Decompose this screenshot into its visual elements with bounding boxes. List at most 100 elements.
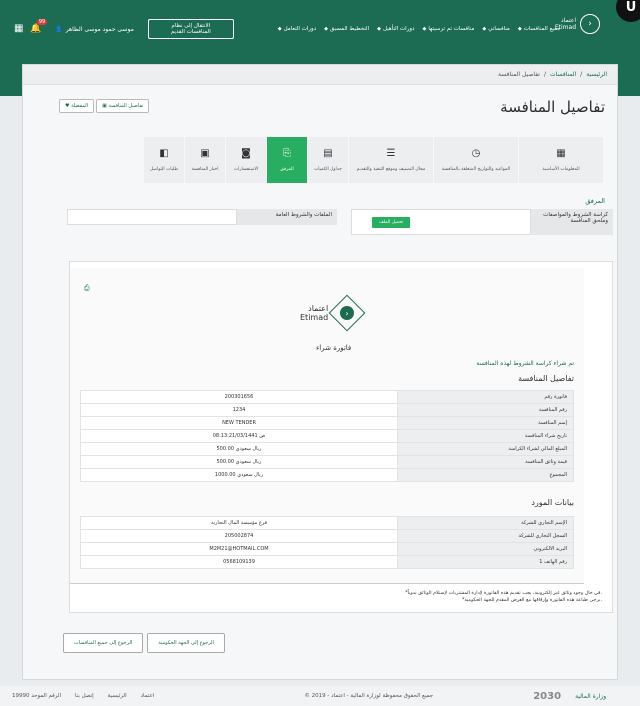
apps-grid-icon[interactable]: ▦	[14, 24, 24, 34]
chat-icon: ◧	[159, 148, 169, 159]
table-icon: ▤	[323, 148, 333, 159]
u-badge-icon: U	[616, 0, 640, 22]
table-row: 500.00 ريال سعودي المبلغ المالي لشراء الك…	[80, 442, 574, 456]
table-row: فرع مؤسسة المال التجارية الإسم التجاري لل…	[80, 516, 574, 530]
row-value: 08:13:21/03/1441 ص	[80, 429, 398, 443]
general-label: الملفات والشروط العامة	[237, 209, 337, 225]
main-nav: دورات التعامل التخطيط المسبق دورات التأه…	[278, 26, 561, 32]
table-row: M2M21@HOTMAIL.COM البريد الالكتروني	[80, 542, 574, 556]
mof-logo: وزارة المالية	[575, 692, 607, 700]
tab-dates[interactable]: ◷ المواعيد والتواريخ المتعلقة بالمنافسة	[434, 137, 518, 183]
table-row: 1000.00 ريال سعودي المجموع	[80, 468, 574, 482]
attachments-section: المرفق تحميل الملف كراسة الشروط والمواصف…	[67, 193, 613, 253]
row-label: تاريخ شراء المنافسة	[397, 429, 574, 443]
invoice-logo: اعتماد Etimad ›	[300, 294, 366, 332]
tender-details-label: تفاصيل المنافسة	[108, 103, 144, 109]
favorite-button[interactable]: ♥ المفضلة	[59, 99, 95, 113]
row-label: فاتورة رقم	[397, 390, 574, 404]
table-row: 205002874 السجل التجاري للشركة	[80, 529, 574, 543]
tab-label: المعلومات الأساسية	[542, 167, 580, 172]
breadcrumb-sep: /	[580, 71, 583, 78]
table-row: 08:13:21/03/1441 ص تاريخ شراء المنافسة	[80, 429, 574, 443]
row-value: 1000.00 ريال سعودي	[80, 468, 398, 482]
paperclip-icon: ⎘	[283, 148, 291, 159]
footer-home[interactable]: الرئيسية	[108, 693, 127, 699]
nav-item-my-tenders[interactable]: منافساتي	[482, 26, 510, 32]
tab-inquiries[interactable]: ◙ الاستفسارات	[226, 137, 266, 183]
invoice-logo-en: Etimad	[300, 313, 329, 322]
terms-file-cell: تحميل الملف	[351, 209, 531, 235]
download-button[interactable]: تحميل الملف	[372, 216, 411, 228]
tab-news[interactable]: ▣ اخبار المنافسة	[185, 137, 225, 183]
back-to-agency-button[interactable]: الرجوع إلى الجهة الحكومية	[147, 633, 225, 653]
footer-links: الرقم الموحد 19990 إتصل بنا الرئيسية اعت…	[12, 693, 154, 699]
tender-details-button[interactable]: ▣ تفاصيل المنافسة	[96, 99, 150, 113]
notifications-bell-icon[interactable]: 🔔 99	[30, 19, 48, 34]
attachments-heading: المرفق	[585, 197, 605, 205]
row-value: 500.00 ريال سعودي	[80, 455, 398, 469]
nav-item-planning[interactable]: التخطيط المسبق	[324, 26, 369, 32]
breadcrumb-home[interactable]: الرئيسية	[586, 71, 607, 78]
row-label: البريد الالكتروني	[397, 542, 574, 556]
terms-label: كراسة الشروط والمواصفات وملحق المنافسة	[531, 209, 613, 235]
vision-2030-logo: 2030	[533, 690, 562, 702]
breadcrumb-tenders[interactable]: المنافسات	[550, 71, 576, 78]
row-value: فرع مؤسسة المال التجارية	[80, 516, 398, 530]
row-label: رقم الهاتف 1	[397, 555, 574, 569]
row-label: قيمة وثائق المنافسة	[397, 455, 574, 469]
invoice-title: فاتورة شراء	[316, 344, 352, 352]
row-value: 205002874	[80, 529, 398, 543]
nav-item-dealing[interactable]: دورات التعامل	[278, 26, 317, 32]
main-card: تفاصيل المنافسة / المنافسات / الرئيسية ت…	[22, 64, 618, 680]
invoice-panel: ⎙ اعتماد Etimad › فاتورة شراء تم شراء كرا…	[69, 261, 613, 613]
row-value: 200301656	[80, 390, 398, 404]
title-toolbar: ♥ المفضلة ▣ تفاصيل المنافسة	[59, 99, 150, 113]
tender-tabs: ▦ المعلومات الأساسية ◷ المواعيد والتواريخ …	[144, 137, 603, 183]
table-row: 200301656 فاتورة رقم	[80, 390, 574, 404]
breadcrumb-current: تفاصيل المنافسة	[498, 71, 540, 78]
row-label: رقم المنافسة	[397, 403, 574, 417]
tab-basic-info[interactable]: ▦ المعلومات الأساسية	[519, 137, 603, 183]
footer-contact[interactable]: إتصل بنا	[75, 693, 94, 699]
invoice-logo-ar: اعتماد	[308, 304, 329, 313]
top-header: ▦ 🔔 99 👤 موسى حمود موسى الظاهر الانتقال إل…	[0, 0, 640, 96]
row-value: M2M21@HOTMAIL.COM	[80, 542, 398, 556]
tab-label: الاستفسارات	[233, 167, 259, 172]
nav-item-qualification[interactable]: دورات التأهيل	[377, 26, 414, 32]
etimad-logo[interactable]: اعتماد Etimad ›	[555, 14, 600, 34]
user-icon: 👤	[55, 25, 63, 33]
list-icon: ☰	[386, 148, 396, 159]
general-attachment-row: الملفات والشروط العامة	[67, 209, 337, 225]
tab-quantities[interactable]: ▤ جداول الكميات	[308, 137, 348, 183]
page-title: تفاصيل المنافسة	[500, 98, 605, 116]
back-to-all-tenders-button[interactable]: الرجوع إلى جميع المنافسات	[63, 633, 144, 653]
footer: الرقم الموحد 19990 إتصل بنا الرئيسية اعت…	[0, 686, 640, 706]
nav-item-awarded[interactable]: منافسات تم ترسيتها	[422, 26, 474, 32]
table-row: NEW TENDER إسم المنافسة	[80, 416, 574, 430]
row-value: 500.00 ريال سعودي	[80, 442, 398, 456]
invoice-note: *يرجى طباعة هذه الفاتورة وإرفاقها مع الع…	[461, 598, 602, 603]
tab-label: المواعيد والتواريخ المتعلقة بالمنافسة	[441, 167, 511, 172]
tab-label: جداول الكميات	[314, 167, 342, 172]
old-system-button[interactable]: الانتقال إلى نظام المنافسات القديم	[147, 19, 234, 39]
etimad-logo-icon: ›	[580, 14, 600, 34]
table-row: 0568109139 رقم الهاتف 1	[80, 555, 574, 569]
table-row: 1234 رقم المنافسة	[80, 403, 574, 417]
user-name: موسى حمود موسى الظاهر	[65, 25, 134, 33]
supplier-heading: بيانات المورد	[531, 498, 574, 507]
row-value: 0568109139	[80, 555, 398, 569]
row-label: إسم المنافسة	[397, 416, 574, 430]
notification-badge: 99	[36, 19, 48, 25]
tab-attachment[interactable]: ⎘ المرفق	[267, 137, 307, 183]
tab-contact-requests[interactable]: ◧ طلبات التواصل	[144, 137, 184, 183]
invoice-note: *في حال وجود وثائق غير إلكترونية، يجب تق…	[405, 591, 602, 596]
logo-text-ar: اعتماد	[560, 17, 576, 24]
print-icon[interactable]: ⎙	[84, 284, 90, 293]
tab-classification[interactable]: ☰ مجال التصنيف وموقع التنفيذ والتقديم	[349, 137, 433, 183]
supplier-table: فرع مؤسسة المال التجارية الإسم التجاري لل…	[80, 516, 574, 569]
row-label: الإسم التجاري للشركة	[397, 516, 574, 530]
row-value: NEW TENDER	[80, 416, 398, 430]
footer-etimad[interactable]: اعتماد	[141, 693, 155, 699]
terms-attachment-row: تحميل الملف كراسة الشروط والمواصفات وملح…	[351, 209, 613, 235]
user-menu[interactable]: 👤 موسى حمود موسى الظاهر	[55, 26, 134, 33]
